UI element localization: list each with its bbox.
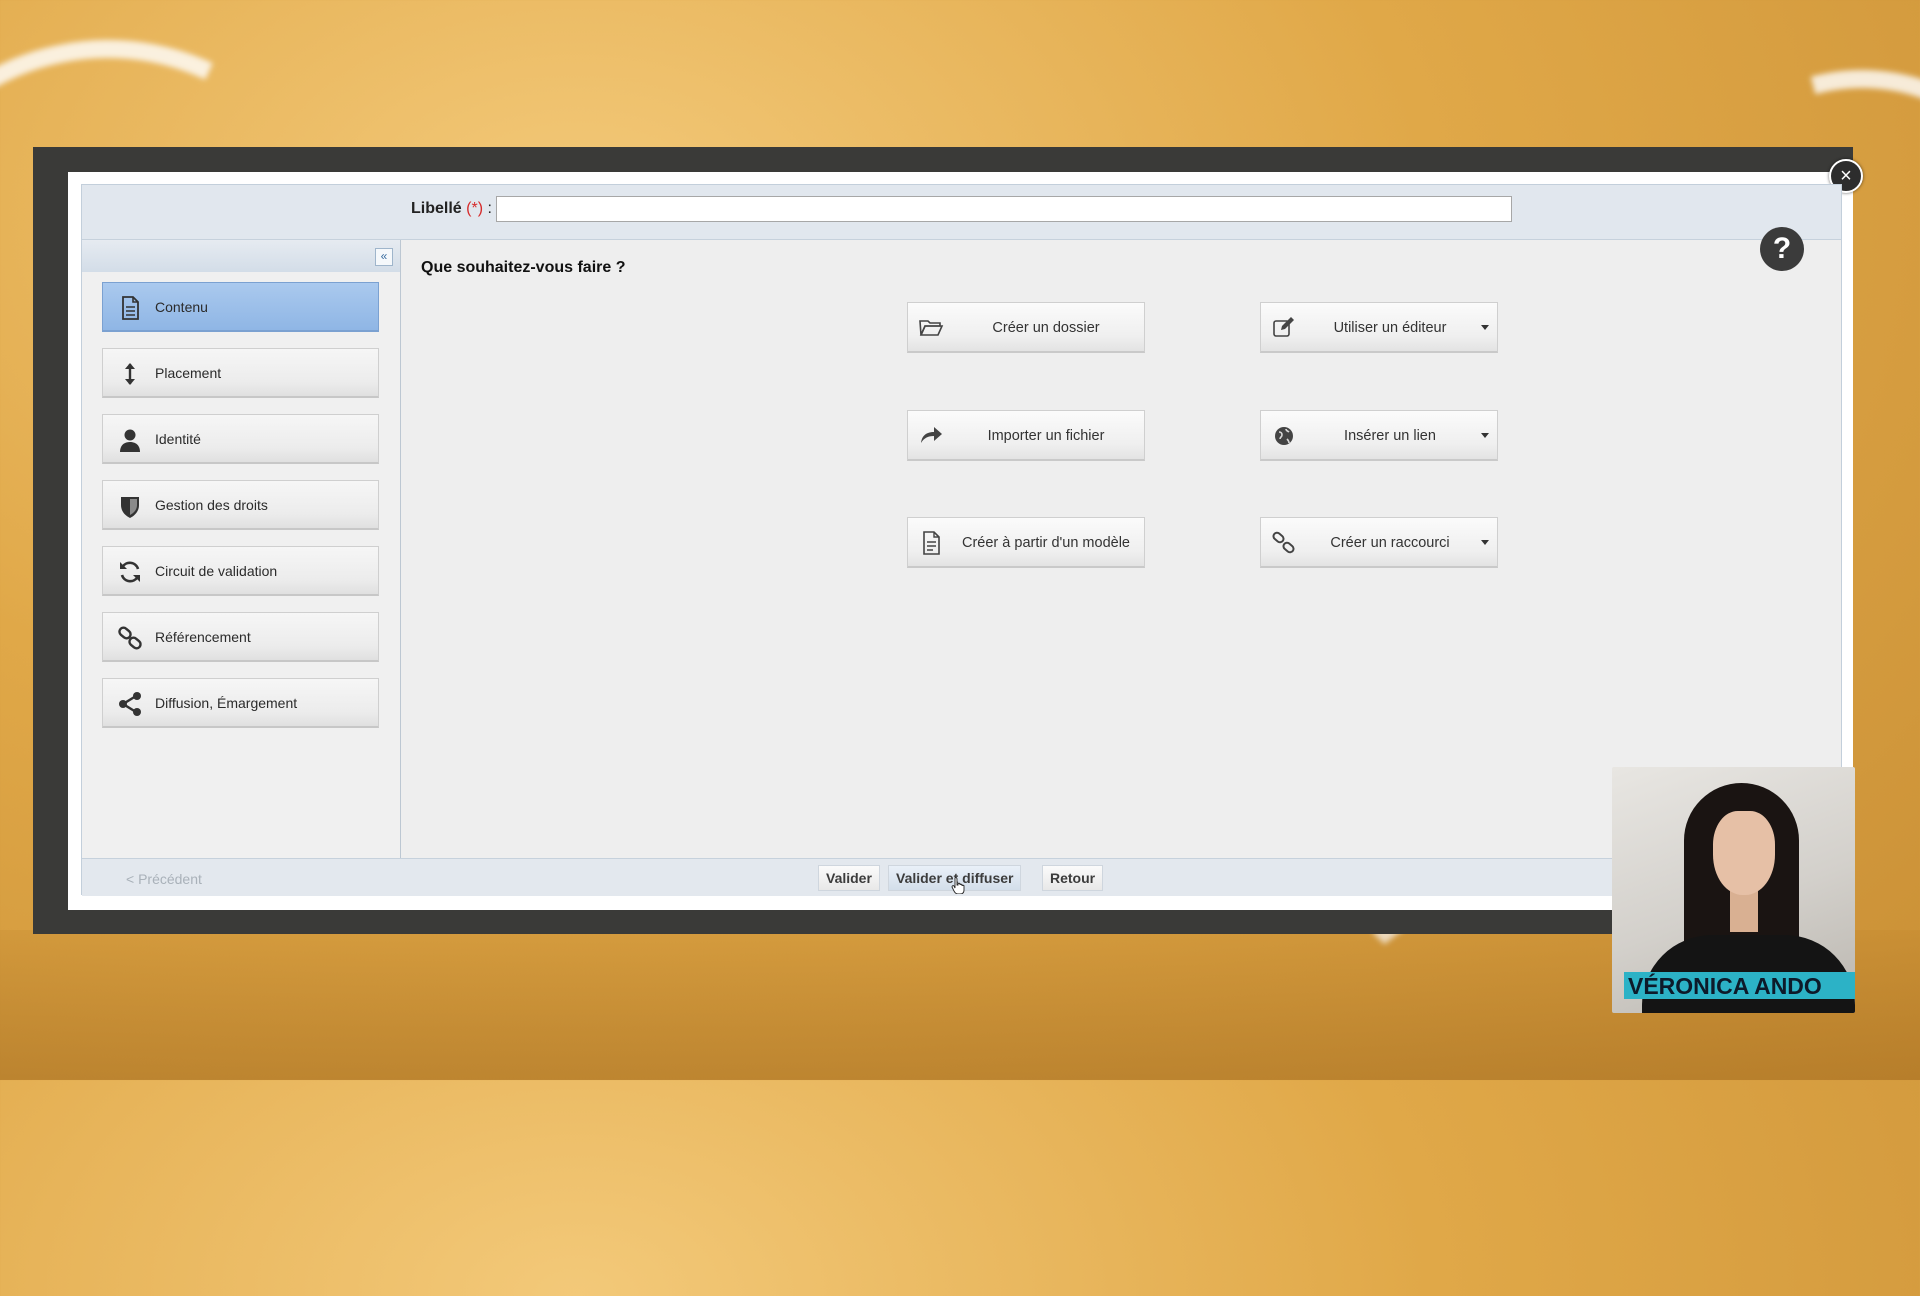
sidebar-item-circuit-validation[interactable]: Circuit de validation — [102, 546, 379, 596]
insert-link-label: Insérer un lien — [1344, 428, 1436, 444]
create-folder-label: Créer un dossier — [992, 320, 1100, 336]
presenter-name-tag: VÉRONICA ANDO — [1624, 972, 1855, 999]
folder-open-icon — [919, 320, 944, 336]
sidebar-item-contenu[interactable]: Contenu — [102, 282, 379, 332]
hand-cursor-icon — [951, 877, 965, 894]
sidebar-item-referencement[interactable]: Référencement — [102, 612, 379, 662]
sidebar-item-placement[interactable]: Placement — [102, 348, 379, 398]
collapse-sidebar-icon[interactable]: « — [375, 248, 393, 266]
shield-icon — [121, 497, 139, 518]
sidebar-item-label: Gestion des droits — [155, 497, 268, 513]
import-file-button[interactable]: Importer un fichier — [907, 410, 1145, 461]
sidebar-item-gestion-droits[interactable]: Gestion des droits — [102, 480, 379, 530]
main-panel: Que souhaitez-vous faire ? Créer un doss… — [401, 240, 1841, 858]
refresh-icon — [120, 561, 140, 583]
back-button[interactable]: Retour — [1042, 865, 1104, 891]
create-shortcut-button[interactable]: Créer un raccourci — [1260, 517, 1498, 568]
create-shortcut-label: Créer un raccourci — [1330, 535, 1450, 551]
libelle-label: Libellé (*) : — [411, 200, 492, 218]
document-icon — [122, 296, 139, 320]
sidebar-item-label: Diffusion, Émargement — [155, 695, 298, 711]
share-arrow-icon — [921, 427, 942, 443]
globe-icon — [1275, 427, 1293, 445]
presenter-face — [1713, 811, 1775, 895]
share-icon — [119, 692, 141, 716]
question-heading: Que souhaitez-vous faire ? — [421, 259, 626, 276]
required-marker: (*) — [466, 200, 484, 217]
file-icon — [923, 531, 940, 555]
libelle-input[interactable] — [496, 196, 1512, 222]
link-icon — [118, 626, 142, 650]
dropdown-caret-icon — [1481, 325, 1489, 330]
import-file-label: Importer un fichier — [987, 428, 1105, 444]
sidebar-item-identite[interactable]: Identité — [102, 414, 379, 464]
link-icon — [1272, 531, 1295, 554]
dropdown-caret-icon — [1481, 433, 1489, 438]
create-from-template-button[interactable]: Créer à partir d'un modèle — [907, 517, 1145, 568]
sidebar-item-label: Identité — [155, 431, 201, 447]
use-editor-button[interactable]: Utiliser un éditeur — [1260, 302, 1498, 353]
vertical-arrows-icon — [125, 363, 135, 385]
sidebar-item-label: Référencement — [155, 629, 251, 645]
sidebar-header: « — [82, 240, 400, 272]
user-icon — [120, 429, 140, 452]
libelle-label-text: Libellé — [411, 200, 462, 217]
sidebar: « Contenu Placement Identité Gestion des… — [82, 240, 401, 858]
sidebar-item-label: Contenu — [155, 299, 208, 315]
use-editor-label: Utiliser un éditeur — [1333, 320, 1447, 336]
sidebar-item-label: Placement — [155, 365, 222, 381]
label-colon: : — [487, 200, 492, 217]
previous-link[interactable]: < Précédent — [126, 871, 202, 887]
webcam-overlay: VÉRONICA ANDO — [1612, 767, 1855, 1013]
sidebar-item-label: Circuit de validation — [155, 563, 278, 579]
create-folder-button[interactable]: Créer un dossier — [907, 302, 1145, 353]
edit-icon — [1273, 317, 1294, 337]
title-bar: Libellé (*) : — [82, 185, 1841, 240]
create-from-template-label: Créer à partir d'un modèle — [962, 535, 1130, 551]
validate-button[interactable]: Valider — [818, 865, 880, 891]
sidebar-item-diffusion[interactable]: Diffusion, Émargement — [102, 678, 379, 728]
content-editor-frame: Libellé (*) : ? « Contenu Placement Iden… — [81, 184, 1842, 896]
dropdown-caret-icon — [1481, 540, 1489, 545]
insert-link-button[interactable]: Insérer un lien — [1260, 410, 1498, 461]
